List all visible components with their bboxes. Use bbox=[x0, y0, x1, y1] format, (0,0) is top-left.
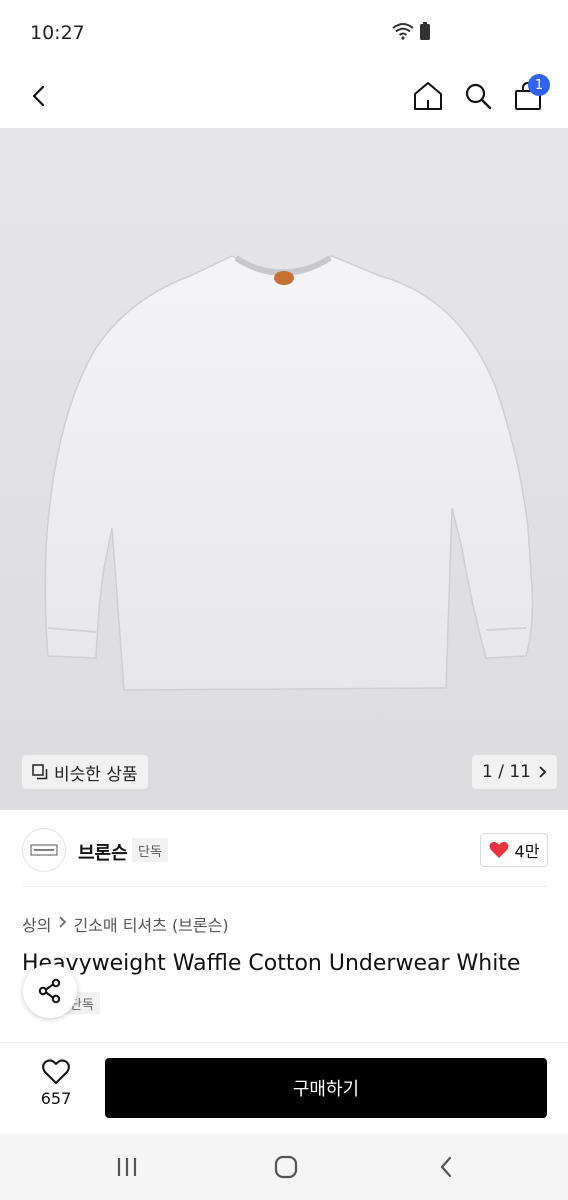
brand-like-button[interactable]: 4만 bbox=[480, 833, 548, 867]
wifi-icon bbox=[392, 23, 414, 40]
chevron-left-icon bbox=[32, 85, 45, 107]
status-bar: 10:27 bbox=[0, 0, 568, 64]
home-button[interactable] bbox=[406, 74, 450, 118]
status-icons bbox=[392, 22, 430, 40]
brand-like-count: 4만 bbox=[514, 842, 540, 861]
sweatshirt-image bbox=[44, 255, 534, 691]
home-icon bbox=[414, 82, 442, 110]
image-pager-label: 1 / 11 bbox=[482, 762, 531, 782]
chevron-right-icon bbox=[539, 766, 547, 778]
product-image[interactable]: 비슷한 상품 1 / 11 bbox=[0, 128, 568, 810]
cart-count-badge: 1 bbox=[528, 74, 550, 96]
brand-logo-mark bbox=[30, 844, 58, 856]
buy-button[interactable]: 구매하기 bbox=[105, 1058, 547, 1118]
status-time: 10:27 bbox=[30, 22, 85, 44]
similar-products-label: 비슷한 상품 bbox=[54, 764, 138, 785]
heart-filled-icon bbox=[489, 841, 509, 858]
back-button[interactable] bbox=[17, 74, 61, 118]
back-icon bbox=[440, 1156, 452, 1178]
cart-button[interactable]: 1 bbox=[506, 74, 550, 118]
copy-icon bbox=[32, 764, 48, 780]
battery-icon bbox=[420, 22, 430, 40]
share-button[interactable] bbox=[23, 964, 77, 1018]
system-nav-bar bbox=[0, 1134, 568, 1200]
brand-row: 브론슨 단독 4만 bbox=[22, 826, 548, 874]
chevron-right-icon bbox=[59, 916, 67, 928]
heart-outline-icon bbox=[42, 1059, 70, 1084]
app-header: 1 bbox=[0, 64, 568, 128]
back-nav-button[interactable] bbox=[426, 1150, 466, 1184]
brand-name[interactable]: 브론슨 bbox=[78, 839, 128, 865]
home-nav-button[interactable] bbox=[266, 1150, 306, 1184]
brand-logo[interactable] bbox=[22, 828, 66, 872]
exclusive-tag: 단독 bbox=[132, 838, 168, 862]
breadcrumb-item-category[interactable]: 상의 bbox=[22, 912, 51, 936]
wishlist-count: 657 bbox=[40, 1089, 72, 1108]
bottom-action-bar: 657 구매하기 bbox=[0, 1042, 568, 1134]
breadcrumb: 상의 긴소매 티셔츠 (브론슨) bbox=[22, 912, 229, 936]
share-icon bbox=[38, 978, 61, 1004]
search-icon bbox=[465, 83, 492, 110]
recent-apps-button[interactable] bbox=[107, 1150, 147, 1184]
home-circle-icon bbox=[274, 1155, 298, 1179]
similar-products-button[interactable]: 비슷한 상품 bbox=[22, 755, 148, 789]
wishlist-button[interactable]: 657 bbox=[30, 1059, 82, 1115]
recent-apps-icon bbox=[117, 1158, 137, 1176]
image-pager[interactable]: 1 / 11 bbox=[472, 755, 557, 789]
product-title: Heavyweight Waffle Cotton Underwear Whit… bbox=[22, 951, 521, 976]
divider bbox=[22, 886, 548, 887]
search-button[interactable] bbox=[456, 74, 500, 118]
breadcrumb-item-subcategory[interactable]: 긴소매 티셔츠 (브론슨) bbox=[73, 912, 228, 936]
